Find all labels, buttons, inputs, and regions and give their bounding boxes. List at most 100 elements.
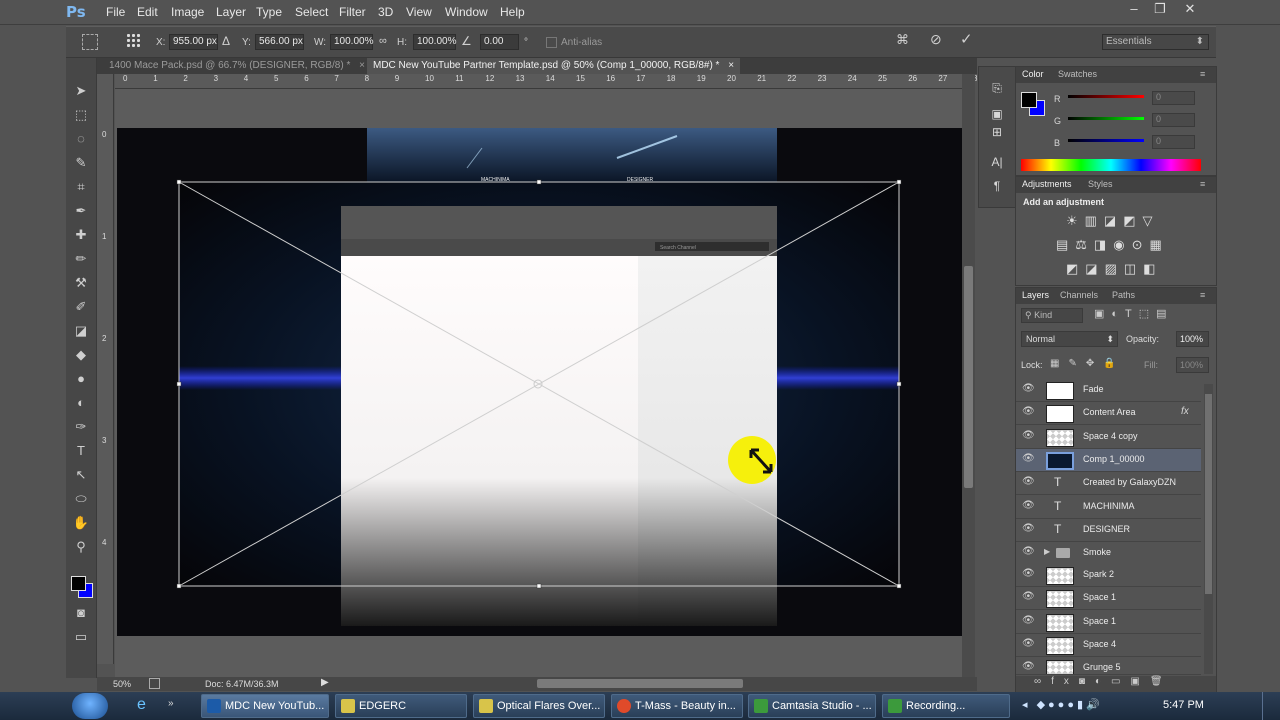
lasso-tool-icon[interactable]: ◌ [71,130,91,148]
status-menu-arrow-icon[interactable]: ▶ [321,677,329,688]
eye-icon[interactable]: 👁 [1022,615,1035,626]
eye-icon[interactable]: 👁 [1022,476,1035,487]
path-select-icon[interactable]: ↖ [71,466,91,484]
eraser-tool-icon[interactable]: ◪ [71,322,91,340]
tab-partner-template[interactable]: MDC New YouTube Partner Template.psd @ 5… [367,58,741,74]
b-value[interactable]: 0 [1152,135,1195,149]
tab-swatches[interactable]: Swatches [1058,69,1097,79]
layers-bottom-toolbar[interactable]: ∞fx◙◐▭▣🗑 [1016,676,1216,692]
horizontal-scroll-thumb[interactable] [537,679,743,688]
opacity-field[interactable]: 100% [1176,331,1209,347]
layer-row[interactable]: 👁 Content Area fx [1016,402,1201,425]
history-brush-icon[interactable]: ✐ [71,298,91,316]
layer-row[interactable]: 👁 T Created by GalaxyDZN [1016,472,1201,495]
x-field[interactable]: 955.00 px [169,34,218,50]
character-panel-icon[interactable]: A| [987,153,1007,171]
layer-row[interactable]: 👁 Space 4 copy [1016,426,1201,449]
eye-icon[interactable]: 👁 [1022,430,1035,441]
internet-explorer-icon[interactable]: e [137,696,146,714]
adjustment-icons-row-2[interactable]: ▤⚖◨◉⊙▦ [1056,237,1169,253]
paragraph-panel-icon[interactable]: ¶ [987,177,1007,195]
fx-badge[interactable]: fx [1181,406,1189,417]
system-tray-icons[interactable]: ◂ ◆●●●▮🔊 [1022,698,1103,711]
filter-kind-dropdown[interactable]: ⚲ Kind [1021,308,1083,323]
warp-icon[interactable]: ⌘ [896,32,909,48]
status-info-icon[interactable] [149,678,160,689]
link-icon[interactable]: ∞ [379,35,387,47]
paint-bucket-icon[interactable]: ◆ [71,346,91,364]
restore-button[interactable]: ❐ [1147,2,1173,18]
tab-layers[interactable]: Layers [1022,290,1049,300]
menu-type[interactable]: Type [256,5,282,19]
eye-icon[interactable]: 👁 [1022,523,1035,534]
reference-point-icon[interactable] [126,33,142,49]
vertical-scroll-thumb[interactable] [964,266,973,488]
tab-channels[interactable]: Channels [1060,290,1098,300]
tab-paths[interactable]: Paths [1112,290,1135,300]
menu-edit[interactable]: Edit [137,5,158,19]
document-canvas[interactable]: Search Channel MACHINIMA DESIGNER [117,128,962,636]
expand-arrow-icon[interactable]: ▶ [1044,547,1050,556]
ellipse-tool-icon[interactable]: ⬭ [71,490,91,508]
panel-menu-icon[interactable]: ≡ [1200,69,1205,79]
eye-icon[interactable]: 👁 [1022,383,1035,394]
eye-icon[interactable]: 👁 [1022,546,1035,557]
menu-window[interactable]: Window [445,5,488,19]
close-tab-icon[interactable]: × [359,60,365,71]
task-optical-flares[interactable]: Optical Flares Over... [473,694,605,718]
actions-panel-icon[interactable]: ▣ [987,105,1007,123]
zoom-level[interactable]: 50% [113,679,131,689]
move-tool-icon[interactable]: ➤ [71,82,91,100]
layer-row[interactable]: 👁 Fade [1016,379,1201,402]
layer-row[interactable]: 👁 Space 4 [1016,634,1201,657]
tab-styles[interactable]: Styles [1088,179,1113,189]
eye-icon[interactable]: 👁 [1022,638,1035,649]
hand-tool-icon[interactable]: ✋ [71,514,91,532]
quick-select-tool-icon[interactable]: ✎ [71,154,91,172]
menu-view[interactable]: View [406,5,432,19]
eye-icon[interactable]: 👁 [1022,568,1035,579]
menu-filter[interactable]: Filter [339,5,366,19]
g-slider[interactable] [1068,117,1144,120]
vertical-scrollbar[interactable] [962,74,975,679]
layer-row[interactable]: 👁 Space 1 [1016,587,1201,610]
antialias-checkbox[interactable] [546,37,557,48]
blend-mode-dropdown[interactable]: Normal ⬍ [1021,331,1118,347]
show-desktop-button[interactable] [1262,692,1277,720]
r-slider[interactable] [1068,95,1144,98]
w-field[interactable]: 100.00% [330,34,373,50]
healing-brush-icon[interactable]: ✚ [71,226,91,244]
task-chrome[interactable]: T-Mass - Beauty in... [611,694,743,718]
close-tab-icon[interactable]: × [728,60,734,71]
eye-icon[interactable]: 👁 [1022,500,1035,511]
r-value[interactable]: 0 [1152,91,1195,105]
quick-mask-icon[interactable]: ◙ [71,604,91,622]
menu-help[interactable]: Help [500,5,525,19]
color-spectrum-bar[interactable] [1021,159,1201,171]
crop-tool-icon[interactable]: ⌗ [71,178,91,196]
menu-file[interactable]: File [106,5,125,19]
quicklaunch-overflow-icon[interactable]: » [168,698,174,709]
task-recording[interactable]: Recording... [882,694,1010,718]
blur-tool-icon[interactable]: ● [71,370,91,388]
b-slider[interactable] [1068,139,1144,142]
start-button[interactable] [72,693,108,719]
adjustment-icons-row-1[interactable]: ☀▥◪◩▽ [1066,213,1160,229]
close-button[interactable]: ✕ [1177,2,1203,18]
panel-menu-icon[interactable]: ≡ [1200,290,1205,300]
marquee-tool-icon[interactable]: ⬚ [71,106,91,124]
tool-presets-icon[interactable]: ⊞ [987,123,1007,141]
menu-image[interactable]: Image [171,5,204,19]
angle-field[interactable]: 0.00 [480,34,519,50]
layers-scrollbar[interactable] [1204,384,1213,674]
cancel-transform-icon[interactable]: ⊘ [930,31,942,48]
workspace-dropdown[interactable]: Essentials ⬍ [1102,34,1209,50]
eye-icon[interactable]: 👁 [1022,661,1035,672]
layer-row[interactable]: 👁 Spark 2 [1016,564,1201,587]
layer-row[interactable]: 👁 Grunge 5 [1016,657,1201,675]
commit-transform-icon[interactable]: ✓ [960,30,973,48]
fill-field[interactable]: 100% [1176,357,1209,373]
y-field[interactable]: 566.00 px [255,34,304,50]
eye-icon[interactable]: 👁 [1022,406,1035,417]
menu-select[interactable]: Select [295,5,328,19]
